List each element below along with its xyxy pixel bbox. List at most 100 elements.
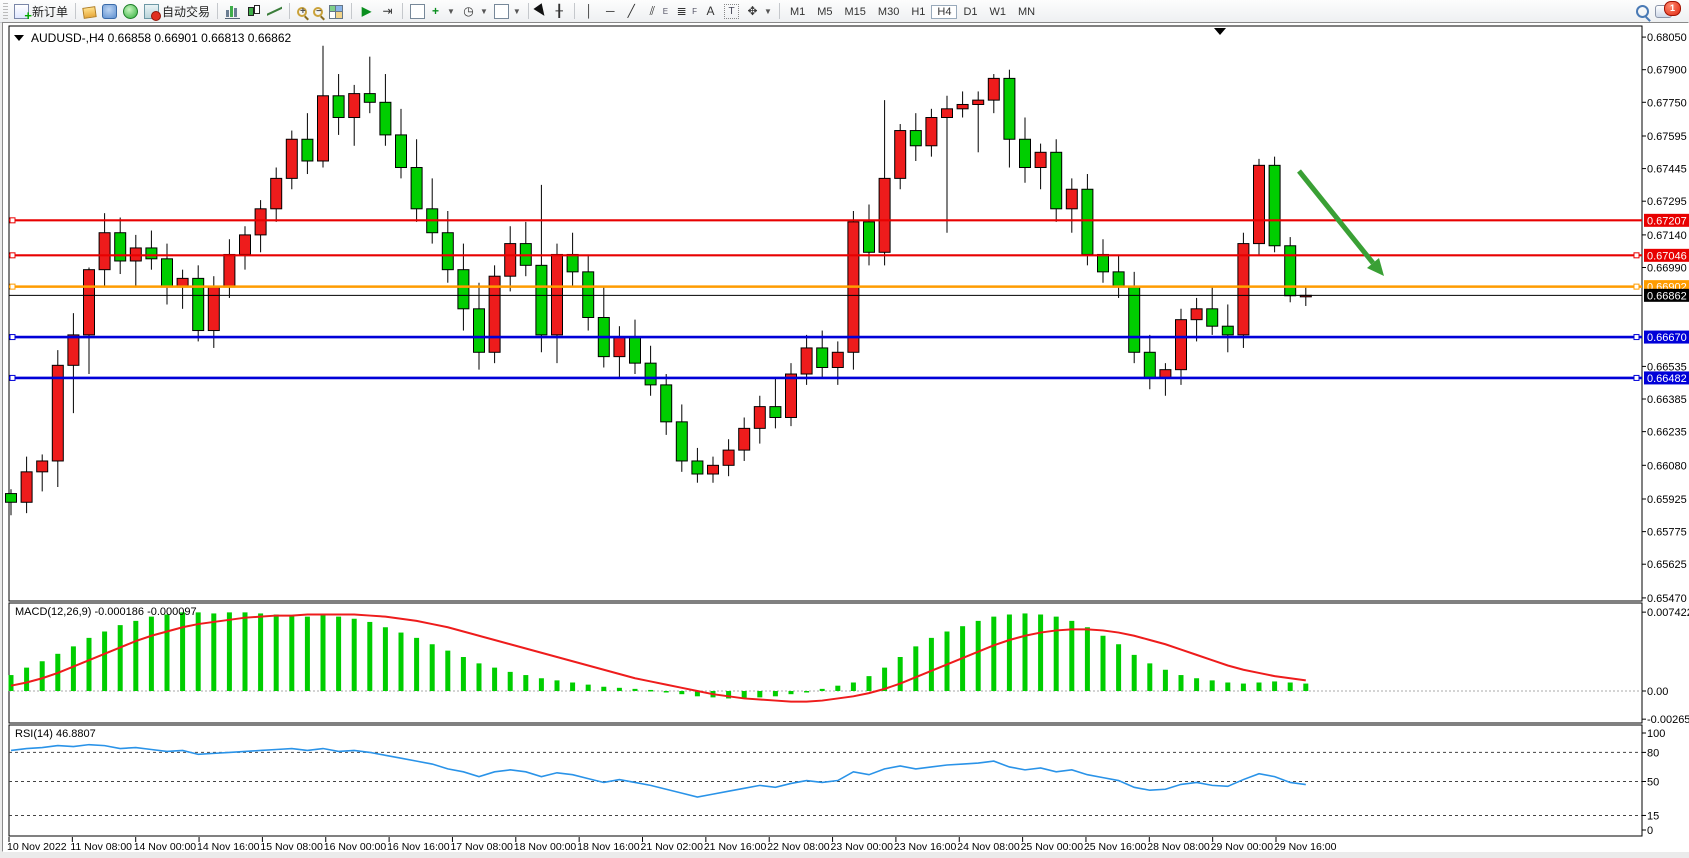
new-chart-button[interactable]: +▼ (407, 1, 458, 21)
macd-bar (258, 613, 263, 691)
bear-candle (396, 135, 407, 168)
new-order-label: 新订单 (32, 3, 68, 20)
macd-bar (321, 615, 326, 692)
tester-icon (123, 4, 138, 19)
cursor-button[interactable] (533, 1, 549, 21)
candlestick-chart-button[interactable] (243, 1, 264, 21)
line-anchor (10, 375, 15, 380)
time-label: 25 Nov 16:00 (1084, 841, 1147, 853)
time-label: 15 Nov 08:00 (260, 841, 323, 853)
bull-candle (52, 365, 63, 461)
tf-button-m30[interactable]: M30 (872, 5, 905, 19)
bull-candle (1176, 320, 1187, 370)
bull-candle (801, 348, 812, 374)
macd-bar (1225, 683, 1230, 692)
tf-button-mn[interactable]: MN (1012, 5, 1041, 19)
svg-text:0.67046: 0.67046 (1647, 250, 1687, 262)
autoscroll-icon: ▶ (359, 4, 374, 19)
bookmark-button[interactable] (80, 1, 99, 21)
search-button[interactable] (1633, 1, 1652, 21)
macd-bar (118, 625, 123, 691)
autoscroll-button[interactable]: ▶ (356, 1, 377, 21)
rsi-label: RSI(14) 46.8807 (15, 728, 96, 740)
macd-bar (555, 680, 560, 691)
tf-button-m1[interactable]: M1 (784, 5, 811, 19)
svg-text:0.67207: 0.67207 (1647, 215, 1687, 227)
svg-text:0.67900: 0.67900 (1647, 65, 1687, 77)
svg-text:0.67595: 0.67595 (1647, 131, 1687, 143)
bear-candle (474, 309, 485, 352)
macd-bar (1101, 636, 1106, 691)
macd-bar (539, 678, 544, 691)
bear-candle (1269, 165, 1280, 245)
timeframe-group: M1M5M15M30H1H4D1W1MN (784, 4, 1041, 19)
bear-candle (692, 461, 703, 474)
tf-button-w1[interactable]: W1 (984, 5, 1013, 19)
time-label: 16 Nov 16:00 (387, 841, 450, 853)
line-anchor (10, 335, 15, 340)
vertical-line-button[interactable]: │ (579, 1, 600, 21)
channel-button[interactable]: ⫽E (642, 1, 671, 21)
chart-canvas[interactable]: 0.680500.679000.677500.675950.674450.672… (3, 23, 1689, 853)
bull-candle (286, 139, 297, 178)
line-anchor (1634, 335, 1639, 340)
macd-bar (367, 622, 372, 691)
line-chart-button[interactable] (264, 1, 285, 21)
tf-button-m15[interactable]: M15 (839, 5, 872, 19)
horizontal-line-icon: ─ (603, 4, 618, 19)
svg-text:0: 0 (1647, 825, 1653, 837)
macd-bar (773, 691, 778, 696)
periods-button[interactable]: ◷▼ (458, 1, 491, 21)
strategy-tester-button[interactable] (120, 1, 141, 21)
svg-text:0.67140: 0.67140 (1647, 230, 1687, 242)
macd-bar (835, 686, 840, 691)
macd-bar (399, 633, 404, 691)
tile-windows-button[interactable] (326, 1, 347, 21)
shapes-button[interactable]: ✥▼ (742, 1, 775, 21)
autotrade-button[interactable]: 自动交易 (141, 1, 213, 21)
text-button[interactable]: A (700, 1, 721, 21)
time-label: 18 Nov 16:00 (577, 841, 640, 853)
bull-candle (349, 94, 360, 118)
macd-bar (617, 688, 622, 691)
price-axis[interactable]: 0.680500.679000.677500.675950.674450.672… (1642, 32, 1687, 605)
bear-candle (364, 94, 375, 103)
bear-candle (302, 139, 313, 161)
macd-bar (1288, 683, 1293, 692)
tf-button-m5[interactable]: M5 (811, 5, 838, 19)
trendline-button[interactable]: ╱ (621, 1, 642, 21)
toolbar-grip[interactable] (3, 3, 8, 19)
bull-candle (926, 118, 937, 146)
time-label: 10 Nov 2022 (7, 841, 67, 853)
time-axis[interactable]: 10 Nov 202211 Nov 08:0014 Nov 00:0014 No… (7, 837, 1337, 853)
tf-button-h1[interactable]: H1 (905, 5, 931, 19)
text-label-button[interactable]: T (721, 1, 742, 21)
chart-shift-button[interactable]: ⇥ (377, 1, 398, 21)
bull-candle (1254, 165, 1265, 243)
templates-button[interactable]: ▼ (491, 1, 524, 21)
zoom-in-button[interactable]: + (294, 1, 310, 21)
separator (779, 3, 780, 19)
notification-badge[interactable]: 1 (1664, 1, 1681, 16)
line-chart-icon (267, 4, 282, 19)
bull-candle (1035, 152, 1046, 167)
horizontal-line-button[interactable]: ─ (600, 1, 621, 21)
macd-bar (820, 689, 825, 691)
zoom-out-button[interactable]: − (310, 1, 326, 21)
new-order-button[interactable]: 新订单 (11, 1, 71, 21)
crosshair-icon: ╂ (552, 4, 567, 19)
crosshair-button[interactable]: ╂ (549, 1, 570, 21)
chevron-down-icon: ▼ (764, 7, 772, 16)
bull-candle (879, 178, 890, 252)
fibonacci-button[interactable]: ≣F (671, 1, 700, 21)
bar-chart-button[interactable] (222, 1, 243, 21)
data-window-button[interactable] (99, 1, 120, 21)
line-anchor (1634, 375, 1639, 380)
periods-icon: ◷ (461, 4, 476, 19)
tf-button-h4[interactable]: H4 (931, 5, 957, 19)
tf-button-d1[interactable]: D1 (957, 5, 983, 19)
macd-bar (1303, 684, 1308, 691)
bear-candle (1144, 352, 1155, 378)
bull-candle (240, 235, 251, 255)
bear-candle (567, 254, 578, 271)
